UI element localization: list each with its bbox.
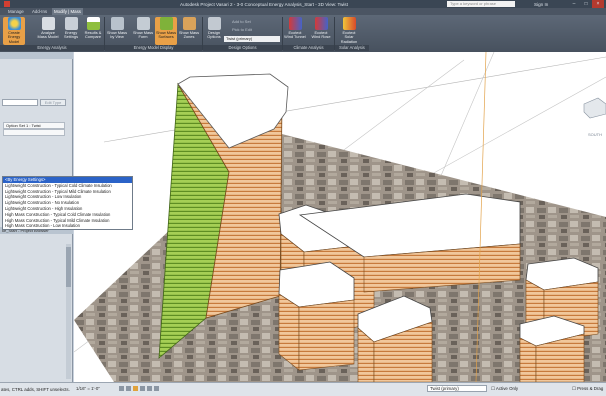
view-control-bar[interactable] [119,386,179,392]
construction-dropdown[interactable]: <By Energy Settings> Lightweight Constru… [2,176,133,230]
dropdown-option[interactable]: High Mass Construction - Low Insulation [3,223,132,229]
ecotect-solar-radiation-button[interactable]: Ecotect Solar Radiation [338,17,360,45]
window-title: Autodesk Project Vasari 2 - 3-0 Conceptu… [180,1,349,7]
design-options-button[interactable]: Design Options [203,17,225,45]
ecotect-wind-tunnel-button[interactable]: Ecotect Wind Tunnel [284,17,306,45]
panel-label-design-options: Design Options [203,45,282,51]
search-input[interactable]: Type a keyword or phrase [447,1,515,7]
viewcube-label: SOUTH [588,132,602,137]
3d-viewport[interactable]: SOUTH [74,52,606,382]
show-mass-surfaces-button[interactable]: Show Mass Surfaces [155,17,177,45]
energy-model-icon [7,17,21,30]
add-to-set-button[interactable]: Add to Set [232,19,251,24]
close-icon[interactable]: × [592,0,604,8]
app-logo[interactable] [4,1,10,7]
settings-icon [64,17,78,30]
mass-form-icon [136,17,150,30]
design-option-select[interactable]: Twist (primary) [224,36,280,42]
ribbon-tabs: Manage Add-Ins Modify | Mass [0,8,606,15]
mass-view-icon [110,17,124,30]
panel-label-solar-analysis: Solar Analysis [335,45,369,51]
mass-surfaces-icon [159,17,173,30]
press-drag-label: Press & Drag [577,386,604,391]
status-bar: ates, CTRL adds, SHIFT unselects. 1/16" … [0,382,606,396]
show-mass-by-view-button[interactable]: Show Mass by View [106,17,128,45]
results-icon [86,17,100,30]
model-view[interactable]: SOUTH [74,52,606,382]
active-only-label: Active Only [495,386,519,391]
pick-to-edit-button[interactable]: Pick to Edit [232,27,252,32]
mass-zones-icon [182,17,196,30]
analyze-mass-model-button[interactable]: Analyze Mass Model [37,17,59,45]
maximize-icon[interactable]: □ [580,0,592,8]
show-mass-zones-button[interactable]: Show Mass Zones [178,17,200,45]
minimize-icon[interactable]: – [568,0,580,8]
viewcube[interactable]: SOUTH [583,97,606,137]
sign-in-link[interactable]: Sign In [534,2,548,7]
ecotect-wind-rose-button[interactable]: Ecotect Wind Rose [310,17,332,45]
grid-line [433,52,495,193]
tab-add-ins[interactable]: Add-Ins [30,8,49,15]
building-mass[interactable] [298,299,355,371]
property-value[interactable]: Option Set 1 : Twist [3,122,65,129]
wind-rose-icon [314,17,328,30]
edit-type-button[interactable]: Edit Type [40,99,66,106]
title-bar: Autodesk Project Vasari 2 - 3-0 Conceptu… [0,0,606,8]
show-mass-form-button[interactable]: Show Mass Form [132,17,154,45]
property-value[interactable] [3,129,65,136]
tab-manage[interactable]: Manage [6,8,26,15]
ribbon: Create Energy Model Analyze Mass Model E… [0,15,606,52]
panel-label-climate-analysis: Climate Analysis [283,45,334,51]
solar-radiation-icon [342,17,356,30]
press-drag-toggle[interactable]: ☐ Press & Drag [572,386,603,392]
active-only-checkbox[interactable]: ☐ Active Only [491,386,518,392]
wind-tunnel-icon [288,17,302,30]
analyze-icon [41,17,55,30]
type-selector[interactable] [2,99,38,106]
status-hint: ates, CTRL adds, SHIFT unselects. [1,387,70,392]
building-mass[interactable] [519,337,537,382]
view-scale[interactable]: 1/16" = 1'-0" [76,386,100,391]
properties-header [0,52,73,59]
design-option-status-select[interactable]: Twist (primary) [427,385,487,392]
panel-label-energy-model-display: Energy Model Display [105,45,202,51]
design-options-icon [207,17,221,30]
results-compare-button[interactable]: Results & Compare [82,17,104,45]
energy-settings-button[interactable]: Energy Settings [60,17,82,45]
panel-label-energy-analysis: Energy Analysis [0,45,104,51]
tab-modify-mass[interactable]: Modify | Mass [52,8,84,15]
create-energy-model-button[interactable]: Create Energy Model [3,17,25,45]
scrollbar-thumb[interactable] [66,247,71,287]
